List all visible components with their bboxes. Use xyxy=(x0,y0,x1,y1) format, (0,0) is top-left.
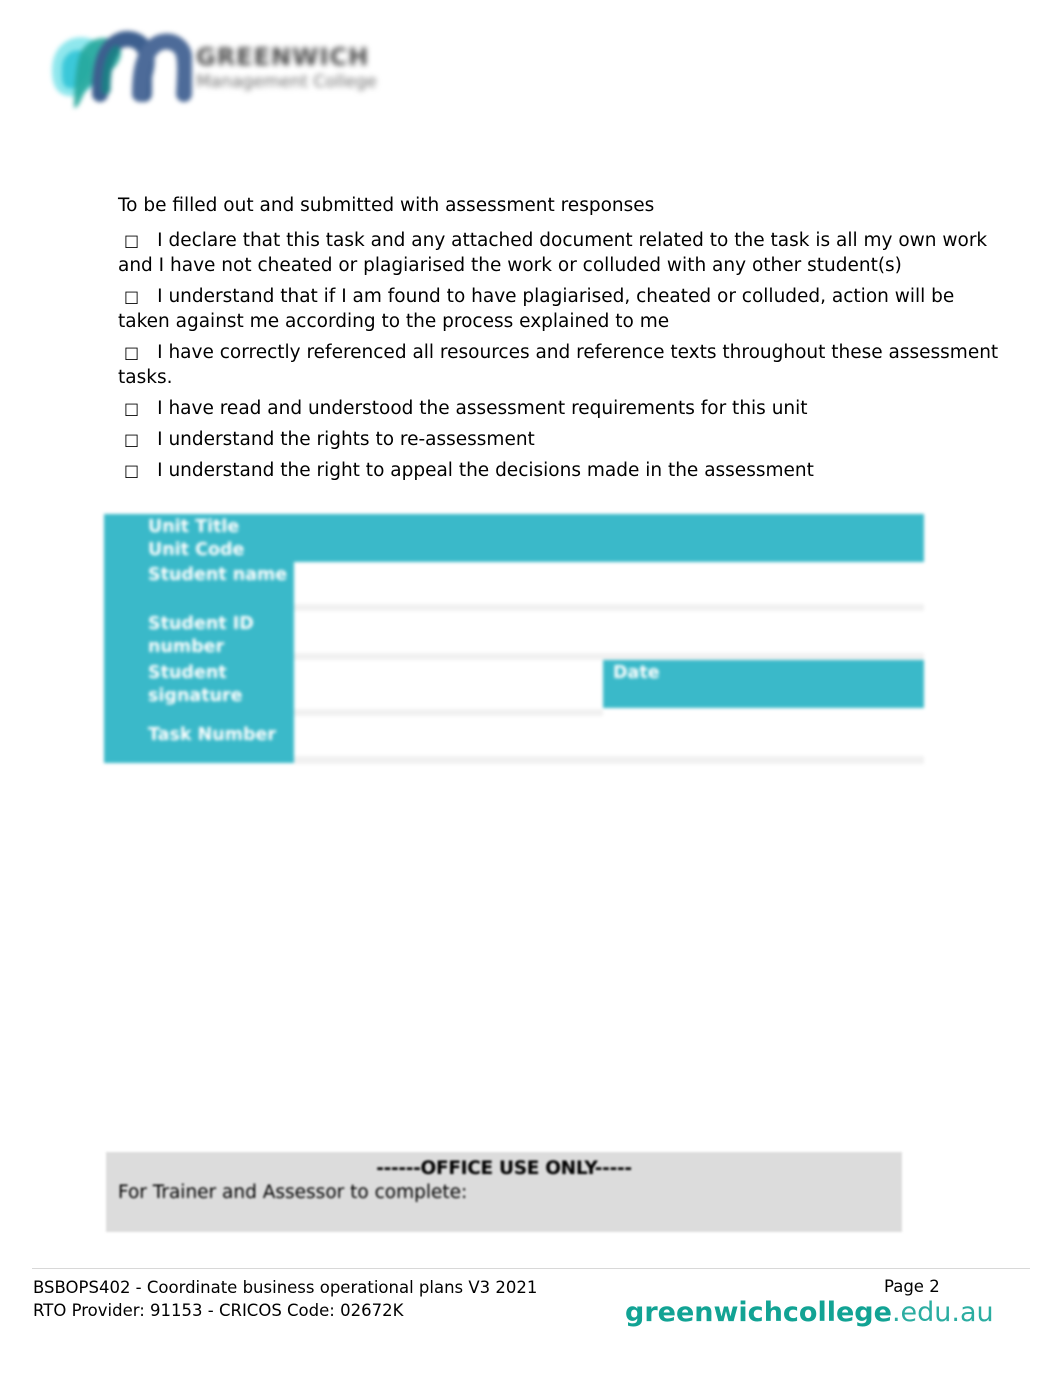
student-name-label: Student name xyxy=(104,562,294,611)
declaration-item: □ I have correctly referenced all resourc… xyxy=(118,340,1008,390)
footer-divider xyxy=(32,1268,1030,1269)
office-use-box: ------OFFICE USE ONLY----- For Trainer a… xyxy=(106,1152,902,1232)
footer-website-url: greenwichcollege.edu.au xyxy=(625,1297,994,1328)
logo-wordmark-bottom: Management College xyxy=(196,71,377,92)
checkbox-icon[interactable]: □ xyxy=(124,396,139,421)
row-separator xyxy=(294,604,924,611)
declaration-item-text: I understand the rights to re-assessment xyxy=(157,429,535,450)
date-label: Date xyxy=(603,660,924,708)
row-separator xyxy=(294,709,603,716)
declaration-item-text: I understand the right to appeal the dec… xyxy=(157,460,814,481)
table-row: Student name xyxy=(104,562,924,611)
declaration-item-text: I declare that this task and any attache… xyxy=(118,230,988,276)
table-row: Student signature Date xyxy=(104,660,924,716)
declaration-item-text: I have correctly referenced all resource… xyxy=(118,342,999,388)
declaration-item-text: I understand that if I am found to have … xyxy=(118,286,955,332)
declaration-item: □ I have read and understood the assessme… xyxy=(118,396,1008,421)
page-number: Page 2 xyxy=(884,1277,940,1296)
footer-unit-line: BSBOPS402 - Coordinate business operatio… xyxy=(33,1278,538,1297)
unit-title-label: Unit Title xyxy=(104,514,924,537)
checkbox-icon[interactable]: □ xyxy=(124,427,139,452)
footer-url-light: .edu.au xyxy=(891,1297,994,1328)
student-id-input[interactable] xyxy=(294,611,924,653)
student-id-label: Student ID number xyxy=(104,611,294,660)
unit-code-value[interactable] xyxy=(294,537,924,562)
task-number-extra-input[interactable] xyxy=(603,716,924,756)
table-row: Student ID number xyxy=(104,611,924,660)
student-signature-input[interactable] xyxy=(294,660,603,709)
student-name-input[interactable] xyxy=(294,562,924,604)
logo-wordmark: GREENWICH Management College xyxy=(196,43,446,106)
table-row: Task Number xyxy=(104,716,924,776)
footer-url-bold: greenwichcollege xyxy=(625,1297,892,1328)
row-separator xyxy=(294,756,924,764)
date-input[interactable] xyxy=(603,708,924,716)
table-row: Unit Code xyxy=(104,537,924,562)
declaration-intro: To be filled out and submitted with asse… xyxy=(118,195,655,216)
student-details-table: Unit Title Unit Code Student name Studen… xyxy=(104,514,924,776)
task-number-input[interactable] xyxy=(294,716,603,756)
task-number-label: Task Number xyxy=(104,716,294,763)
declaration-item: □ I understand the rights to re-assessmen… xyxy=(118,427,1008,452)
checkbox-icon[interactable]: □ xyxy=(124,284,139,309)
checkbox-icon[interactable]: □ xyxy=(124,340,139,365)
footer-rto-line: RTO Provider: 91153 - CRICOS Code: 02672… xyxy=(33,1301,404,1320)
declaration-item: □ I understand that if I am found to have… xyxy=(118,284,1008,334)
footer-text-block: BSBOPS402 - Coordinate business operatio… xyxy=(33,1276,537,1322)
greenwich-gm-monogram-icon xyxy=(52,31,192,108)
checkbox-icon[interactable]: □ xyxy=(124,458,139,483)
row-separator xyxy=(294,653,924,660)
student-signature-label: Student signature xyxy=(104,660,294,716)
declaration-section: To be filled out and submitted with asse… xyxy=(118,193,1008,489)
declaration-item: □ I understand the right to appeal the de… xyxy=(118,458,1008,483)
declaration-item: □ I declare that this task and any attach… xyxy=(118,228,1008,278)
checkbox-icon[interactable]: □ xyxy=(124,228,139,253)
declaration-item-text: I have read and understood the assessmen… xyxy=(157,398,808,419)
office-use-subtitle: For Trainer and Assessor to complete: xyxy=(118,1182,468,1203)
table-row: Unit Title xyxy=(104,514,924,537)
college-logo: GREENWICH Management College xyxy=(36,16,436,121)
logo-wordmark-top: GREENWICH xyxy=(196,43,370,71)
office-use-title: ------OFFICE USE ONLY----- xyxy=(376,1158,632,1179)
